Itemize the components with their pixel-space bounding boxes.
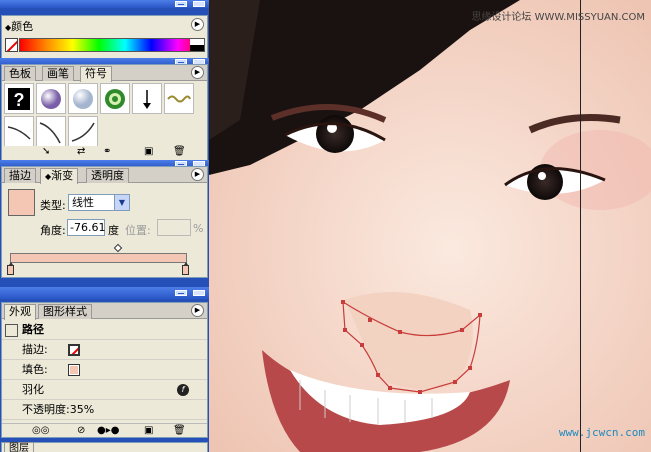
arrow-down-icon[interactable] bbox=[132, 83, 162, 114]
chain-icon[interactable] bbox=[164, 83, 194, 114]
type-label: 类型: bbox=[40, 199, 66, 212]
panel-menu-icon[interactable]: ▶ bbox=[191, 66, 204, 79]
stroke-swatch-icon[interactable] bbox=[68, 344, 80, 356]
vertical-guide[interactable] bbox=[580, 0, 581, 452]
appearance-panel: 外观 图形样式 ▶ 路径 描边: 填色: 羽化 f 不透明度:35% ◎◎ ⊘ … bbox=[1, 302, 208, 438]
layers-panel: 图层 bbox=[1, 442, 208, 452]
new-symbol-icon[interactable]: ▣ bbox=[144, 146, 153, 157]
tab-brushes[interactable]: 画笔 bbox=[42, 66, 74, 81]
panel-menu-icon[interactable]: ▶ bbox=[191, 18, 204, 31]
reduce-basic-icon[interactable]: ●▸● bbox=[97, 425, 119, 436]
green-ring-icon[interactable] bbox=[100, 83, 130, 114]
gradient-stop-right[interactable] bbox=[182, 262, 189, 275]
effect-icon[interactable]: f bbox=[177, 384, 189, 396]
panels-column: ◆颜色 ▶ 色板 画笔 符号 ▶ ? ➘ ⇄ ⚭ ▣ 🗑 描边 ◆渐变 透明度 … bbox=[0, 0, 209, 452]
fill-label: 填色: bbox=[22, 363, 48, 376]
midpoint-diamond[interactable] bbox=[113, 243, 123, 253]
percent-sign: % bbox=[193, 222, 204, 235]
angle-input[interactable]: -76.61 bbox=[67, 219, 105, 236]
symbols-tabs: 色板 画笔 符号 bbox=[2, 65, 207, 82]
watermark-top: 思缘设计论坛 WWW.MISSYUAN.COM bbox=[471, 12, 645, 23]
minimize-icon[interactable] bbox=[175, 290, 187, 296]
gradient-tabs: 描边 ◆渐变 透明度 bbox=[2, 167, 207, 184]
position-label: 位置: bbox=[125, 224, 151, 237]
tab-stroke[interactable]: 描边 bbox=[4, 168, 36, 183]
pearl-sphere-icon[interactable] bbox=[68, 83, 98, 114]
path-thumbnail-icon bbox=[5, 323, 18, 337]
color-panel: ◆颜色 ▶ bbox=[1, 15, 208, 59]
trash-icon[interactable]: 🗑 bbox=[173, 146, 186, 157]
minimize-icon[interactable] bbox=[175, 1, 187, 7]
opacity-label: 不透明度:35% bbox=[22, 403, 95, 416]
brush-curve-2-icon[interactable] bbox=[36, 116, 66, 147]
appearance-tabs: 外观 图形样式 bbox=[2, 303, 207, 320]
place-symbol-icon[interactable]: ➘ bbox=[42, 146, 50, 157]
gradient-stop-left[interactable] bbox=[7, 262, 14, 275]
angle-unit: 度 bbox=[108, 224, 119, 237]
tab-layers[interactable]: 图层 bbox=[4, 442, 34, 452]
stroke-label: 描边: bbox=[22, 343, 48, 356]
stroke-row[interactable]: 描边: bbox=[2, 341, 207, 360]
clear-appearance-icon[interactable]: ⊘ bbox=[77, 425, 85, 436]
angle-label: 角度: bbox=[40, 224, 66, 237]
brush-curve-3-icon[interactable] bbox=[68, 116, 98, 147]
appearance-header-row[interactable]: 路径 bbox=[2, 321, 207, 340]
purple-sphere-icon[interactable] bbox=[36, 83, 66, 114]
break-link-icon[interactable]: ⚭ bbox=[103, 146, 111, 157]
tab-gradient[interactable]: ◆渐变 bbox=[40, 168, 79, 184]
portrait-illustration bbox=[209, 0, 651, 452]
close-icon[interactable] bbox=[193, 1, 205, 7]
question-icon[interactable]: ? bbox=[4, 83, 34, 114]
close-icon[interactable] bbox=[193, 290, 205, 296]
gradient-slider[interactable] bbox=[10, 253, 187, 263]
feather-row[interactable]: 羽化 f bbox=[2, 381, 207, 400]
chevron-down-icon[interactable]: ▼ bbox=[114, 195, 129, 210]
gradient-panel: 描边 ◆渐变 透明度 ▶ 类型: 线性 ▼ 角度: -76.61 度 位置: % bbox=[1, 166, 208, 278]
path-label: 路径 bbox=[22, 323, 44, 336]
black-white-swatch[interactable] bbox=[190, 39, 204, 51]
duplicate-item-icon[interactable]: ▣ bbox=[144, 425, 153, 436]
type-select[interactable]: 线性 ▼ bbox=[68, 194, 130, 211]
title-bar[interactable] bbox=[0, 287, 209, 299]
appearance-toolbar: ◎◎ ⊘ ●▸● ▣ 🗑 bbox=[2, 423, 207, 437]
color-spectrum-bar[interactable] bbox=[19, 38, 205, 52]
type-value: 线性 bbox=[72, 196, 94, 209]
fill-row[interactable]: 填色: bbox=[2, 361, 207, 380]
color-panel-title[interactable]: ◆颜色 bbox=[5, 18, 33, 34]
brush-curve-1-icon[interactable] bbox=[4, 116, 34, 147]
title-bar[interactable] bbox=[0, 0, 209, 8]
tab-transparency[interactable]: 透明度 bbox=[86, 168, 129, 183]
symbols-panel: 色板 画笔 符号 ▶ ? ➘ ⇄ ⚭ ▣ 🗑 bbox=[1, 64, 208, 161]
none-color-swatch[interactable] bbox=[5, 38, 18, 52]
opacity-row[interactable]: 不透明度:35% bbox=[2, 401, 207, 420]
trash-icon[interactable]: 🗑 bbox=[173, 425, 186, 436]
watermark-bottom: www.jcwcn.com bbox=[558, 426, 645, 439]
tab-symbols[interactable]: 符号 bbox=[80, 66, 112, 82]
svg-text:?: ? bbox=[14, 90, 25, 110]
symbols-toolbar: ➘ ⇄ ⚭ ▣ 🗑 bbox=[2, 146, 207, 160]
replace-symbol-icon[interactable]: ⇄ bbox=[77, 146, 85, 157]
toggle-visibility-icon[interactable]: ◎◎ bbox=[32, 425, 49, 436]
fill-swatch-icon[interactable] bbox=[68, 364, 80, 376]
feather-label: 羽化 bbox=[22, 383, 44, 396]
panel-menu-icon[interactable]: ▶ bbox=[191, 304, 204, 317]
tab-swatches[interactable]: 色板 bbox=[4, 66, 36, 81]
panel-menu-icon[interactable]: ▶ bbox=[191, 168, 204, 181]
tab-graphic-styles[interactable]: 图形样式 bbox=[38, 304, 92, 319]
artboard-canvas[interactable]: 思缘设计论坛 WWW.MISSYUAN.COM www.jcwcn.com bbox=[209, 0, 651, 452]
position-input[interactable] bbox=[157, 219, 191, 236]
gradient-swatch[interactable] bbox=[8, 189, 35, 216]
tab-appearance[interactable]: 外观 bbox=[4, 304, 36, 320]
